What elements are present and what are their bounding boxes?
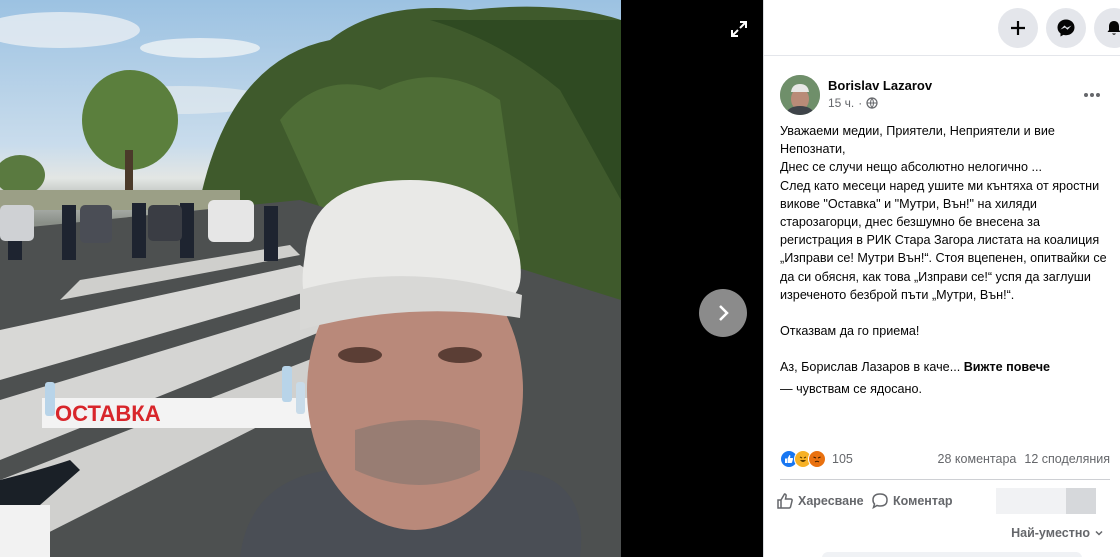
post-paragraph: Отказвам да го приема! (780, 324, 920, 339)
post-panel: Borislav Lazarov 15 ч. · Уважаеми медии,… (763, 0, 1120, 557)
divider (780, 479, 1110, 480)
comment-button[interactable]: Коментар (871, 492, 986, 510)
feeling-line: — чувствам се ядосано. (780, 382, 923, 397)
reaction-count[interactable]: 105 (832, 452, 853, 466)
angry-reaction-icon[interactable] (808, 450, 826, 468)
chevron-right-icon (719, 305, 729, 321)
next-photo-button[interactable] (699, 289, 747, 337)
more-options-button[interactable] (1078, 81, 1106, 109)
post-meta: 15 ч. · (828, 96, 878, 110)
post-paragraph: Днес се случи нещо абсолютно нелогично .… (780, 160, 1042, 175)
thumbs-up-outline-icon (777, 493, 793, 509)
notifications-button[interactable] (1094, 7, 1120, 48)
bell-icon (1107, 20, 1120, 35)
shares-count[interactable]: 12 споделяния (1024, 452, 1110, 466)
author-name[interactable]: Borislav Lazarov (828, 78, 932, 93)
angry-face-icon (813, 456, 821, 463)
avatar-image (780, 75, 820, 115)
post-paragraph: След като месеци наред ушите ми кънтяха … (780, 178, 1107, 302)
post-photo[interactable]: ОСТАВКА (0, 0, 621, 557)
truncated-text: Аз, Борислав Лазаров в каче... (780, 360, 961, 375)
photo-viewer: ОСТАВКА (0, 0, 763, 557)
post-stats: 105 28 коментара 12 споделяния (780, 448, 1110, 470)
top-bar (764, 0, 1120, 56)
photo-scene: ОСТАВКА (0, 6, 621, 557)
comment-bubble-icon (872, 493, 888, 510)
thumbs-up-icon (785, 455, 794, 463)
post-paragraph: Уважаеми медии, Приятели, Неприятели и в… (780, 124, 1055, 157)
redacted-share-area (996, 488, 1096, 514)
expand-arrows-icon (731, 21, 747, 37)
comments-count[interactable]: 28 коментара (938, 452, 1017, 466)
post-paragraph: Аз, Борислав Лазаров в каче... Вижте пов… (780, 358, 1110, 376)
post-header: Borislav Lazarov 15 ч. · (780, 75, 1110, 117)
create-button[interactable] (998, 7, 1038, 48)
more-dots-icon (1084, 93, 1100, 97)
sort-label: Най-уместно (1011, 526, 1090, 540)
post-time[interactable]: 15 ч. (828, 96, 854, 110)
plus-icon (1011, 20, 1025, 35)
globe-icon (866, 97, 878, 109)
chevron-down-icon (1095, 530, 1103, 536)
like-button[interactable]: Харесване (776, 492, 871, 510)
post-actions: Харесване Коментар (776, 486, 1110, 516)
banner-text: ОСТАВКА (55, 401, 161, 426)
comment-sort-dropdown[interactable]: Най-уместно (1011, 526, 1104, 540)
avatar[interactable] (780, 75, 820, 115)
post-body: Уважаеми медии, Приятели, Неприятели и в… (780, 122, 1110, 399)
separator-dot: · (858, 96, 863, 110)
see-more-link[interactable]: Вижте повече (964, 360, 1050, 374)
messenger-button[interactable] (1046, 7, 1086, 48)
comment-input[interactable] (822, 552, 1082, 557)
comment-label: Коментар (893, 494, 953, 508)
messenger-icon (1057, 19, 1075, 36)
expand-button[interactable] (724, 14, 754, 44)
like-label: Харесване (798, 494, 864, 508)
